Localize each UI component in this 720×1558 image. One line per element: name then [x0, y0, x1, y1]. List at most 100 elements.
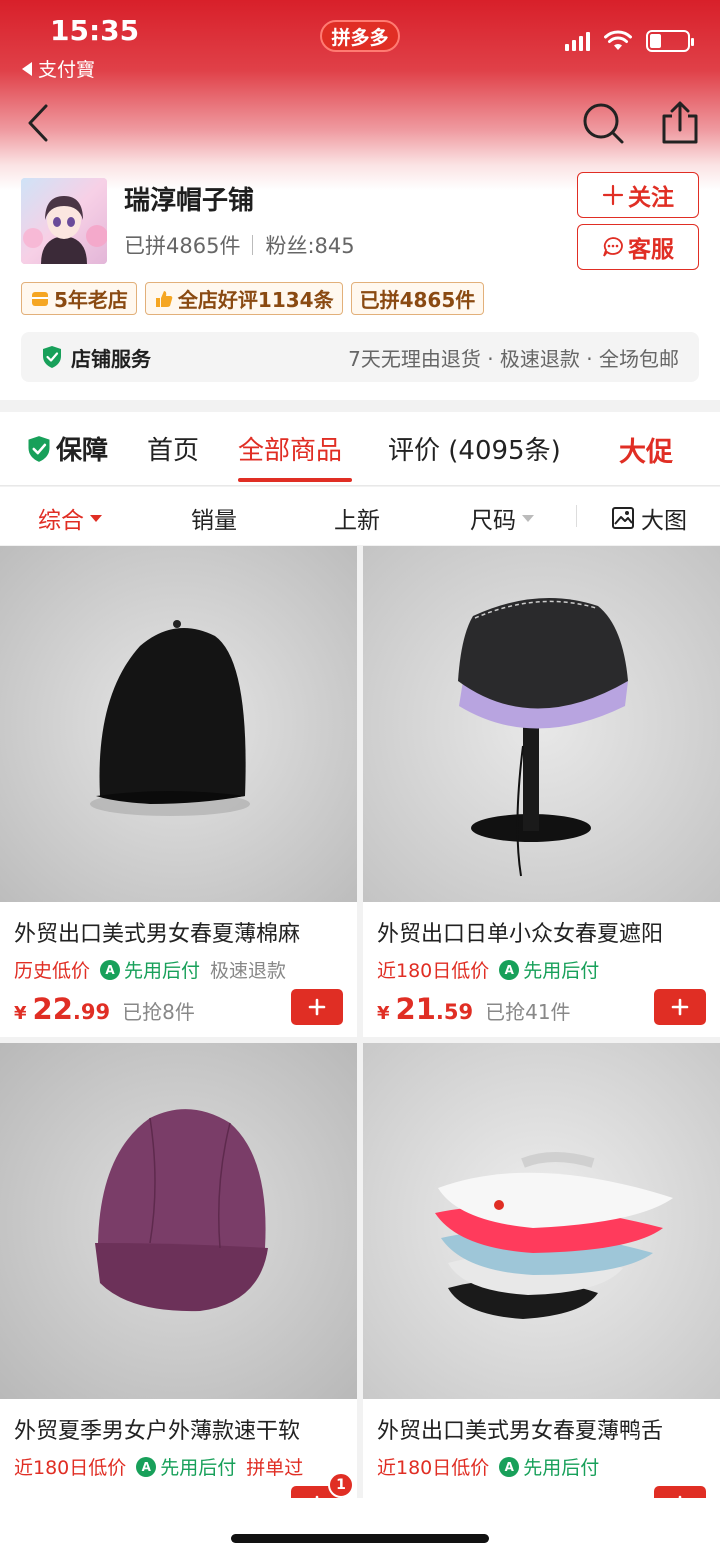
- tag-pay-later-text: 先用后付: [523, 960, 600, 982]
- product-title: 外贸夏季男女户外薄款速干软: [14, 1419, 301, 1444]
- product-card[interactable]: 外贸出口美式男女春夏薄鸭舌 近180日低价 A 先用后付: [363, 1043, 720, 1534]
- product-tags: 近180日低价 A 先用后付: [377, 956, 599, 983]
- price-symbol: ¥: [377, 1003, 390, 1024]
- tab-promotion[interactable]: 大促: [619, 430, 673, 469]
- stats-divider: [252, 235, 254, 255]
- signal-icon: [565, 31, 590, 51]
- shop-name: 瑞淳帽子铺: [124, 186, 255, 216]
- tag-pay-later: A 先用后付: [499, 1453, 599, 1480]
- follow-label: 关注: [628, 185, 674, 211]
- sold-count: 已抢8件: [122, 1000, 195, 1024]
- shop-tabs: 保障 首页 全部商品 评价 (4095条) 大促: [0, 412, 720, 486]
- pay-later-icon: A: [499, 1456, 520, 1477]
- product-card[interactable]: 外贸出口日单小众女春夏遮阳 近180日低价 A 先用后付 ¥ 21 .59 已抢…: [363, 546, 720, 1037]
- share-icon[interactable]: [658, 100, 702, 146]
- battery-icon: [646, 30, 694, 52]
- tag-low-price: 历史低价: [14, 960, 91, 982]
- caret-down-icon: [522, 514, 534, 522]
- cart-count-badge: 1: [328, 1472, 354, 1498]
- product-image-visor-caps-stack[interactable]: [363, 1043, 720, 1399]
- search-icon[interactable]: [580, 100, 626, 146]
- tag-low-price: 近180日低价: [14, 1457, 127, 1479]
- plus-icon: [308, 998, 326, 1016]
- caret-down-icon: [90, 514, 102, 522]
- badge-store-age-text: 5年老店: [54, 288, 128, 312]
- tag-pay-later-text: 先用后付: [124, 960, 201, 982]
- price-integer: 22: [32, 992, 73, 1026]
- add-to-cart-button[interactable]: [654, 989, 706, 1025]
- product-image-bucket-hat[interactable]: [363, 546, 720, 902]
- thumbs-up-icon: [155, 290, 173, 307]
- product-image-black-baseball-cap[interactable]: [0, 546, 357, 902]
- product-card[interactable]: 外贸夏季男女户外薄款速干软 近180日低价 A 先用后付 拼单过: [0, 1043, 357, 1534]
- product-tags: 历史低价 A 先用后付 极速退款: [14, 956, 286, 983]
- add-to-cart-button[interactable]: [291, 989, 343, 1025]
- product-tags: 近180日低价 A 先用后付 拼单过: [14, 1453, 303, 1480]
- shop-avatar[interactable]: [21, 178, 107, 264]
- home-indicator[interactable]: [231, 1534, 489, 1543]
- product-title: 外贸出口美式男女春夏薄棉麻: [14, 922, 301, 947]
- tab-guarantee-label: 保障: [56, 436, 109, 466]
- sort-sales[interactable]: 销量: [191, 501, 237, 535]
- tag-low-price: 近180日低价: [377, 1457, 490, 1479]
- shield-check-icon: [43, 346, 61, 368]
- sort-newest[interactable]: 上新: [334, 501, 380, 535]
- tab-all-products[interactable]: 全部商品: [238, 430, 342, 467]
- status-time: 15:35: [50, 14, 140, 47]
- pay-later-icon: A: [136, 1456, 157, 1477]
- wifi-icon: [604, 30, 632, 50]
- tab-reviews[interactable]: 评价 (4095条): [388, 430, 561, 467]
- product-card[interactable]: 外贸出口美式男女春夏薄棉麻 历史低价 A 先用后付 极速退款 ¥ 22 .99 …: [0, 546, 357, 1037]
- store-icon: [32, 291, 48, 306]
- tag-pay-later-text: 先用后付: [523, 1457, 600, 1479]
- price-row: ¥ 22 .99 已抢8件: [14, 992, 195, 1026]
- plus-icon: [671, 998, 689, 1016]
- tag-pay-later-text: 先用后付: [160, 1457, 237, 1479]
- price-row: ¥ 21 .59 已抢41件: [377, 992, 571, 1026]
- product-title: 外贸出口美式男女春夏薄鸭舌: [377, 1419, 664, 1444]
- product-title: 外贸出口日单小众女春夏遮阳: [377, 922, 664, 947]
- price-symbol: ¥: [14, 1003, 27, 1024]
- sort-comprehensive[interactable]: 综合: [38, 501, 102, 535]
- pay-later-icon: A: [100, 959, 121, 980]
- sort-large-image[interactable]: 大图: [611, 501, 687, 535]
- sort-divider: [576, 505, 577, 527]
- product-tags: 近180日低价 A 先用后付: [377, 1453, 599, 1480]
- tab-guarantee[interactable]: 保障: [26, 430, 108, 467]
- sort-size[interactable]: 尺码: [470, 501, 534, 535]
- tag-pay-later: A 先用后付: [100, 956, 200, 983]
- chat-bubble-icon: [603, 237, 623, 257]
- tag-low-price: 近180日低价: [377, 960, 490, 982]
- shop-sold: 已拼4865件: [124, 234, 241, 258]
- sort-size-label: 尺码: [470, 508, 516, 534]
- back-to-app-label: 支付寶: [38, 59, 96, 81]
- badge-store-age: 5年老店: [21, 282, 137, 315]
- shop-fans: 粉丝:845: [265, 234, 355, 258]
- price-decimal: .99: [72, 1000, 111, 1024]
- back-arrow-icon[interactable]: [22, 100, 62, 146]
- sort-large-image-label: 大图: [641, 508, 687, 534]
- plus-icon: [602, 184, 624, 206]
- tag-pay-later: A 先用后付: [136, 1453, 236, 1480]
- badge-reviews: 全店好评1134条: [144, 282, 343, 315]
- service-title: 店铺服务: [41, 343, 151, 372]
- service-title-text: 店铺服务: [71, 346, 151, 371]
- product-image-purple-cap[interactable]: [0, 1043, 357, 1399]
- price-decimal: .59: [435, 1000, 474, 1024]
- badge-reviews-text: 全店好评1134条: [177, 288, 334, 312]
- store-service-bar[interactable]: 店铺服务 7天无理由退货 · 极速退款 · 全场包邮: [21, 332, 699, 382]
- shield-check-icon: [28, 435, 50, 462]
- follow-button[interactable]: 关注: [577, 172, 699, 218]
- shop-stats: 已拼4865件 粉丝:845: [124, 230, 355, 260]
- tab-home[interactable]: 首页: [147, 430, 199, 467]
- back-to-app[interactable]: 支付寶: [22, 55, 95, 82]
- shop-badges: 5年老店 全店好评1134条 已拼4865件: [21, 282, 485, 315]
- image-icon: [612, 507, 634, 529]
- customer-service-button[interactable]: 客服: [577, 224, 699, 270]
- app-pill: 拼多多: [320, 20, 400, 52]
- price-integer: 21: [395, 992, 436, 1026]
- badge-sold-text: 已拼4865件: [359, 288, 476, 312]
- sold-count: 已抢41件: [485, 1000, 571, 1024]
- tag-pay-later: A 先用后付: [499, 956, 599, 983]
- back-triangle-icon: [22, 61, 32, 76]
